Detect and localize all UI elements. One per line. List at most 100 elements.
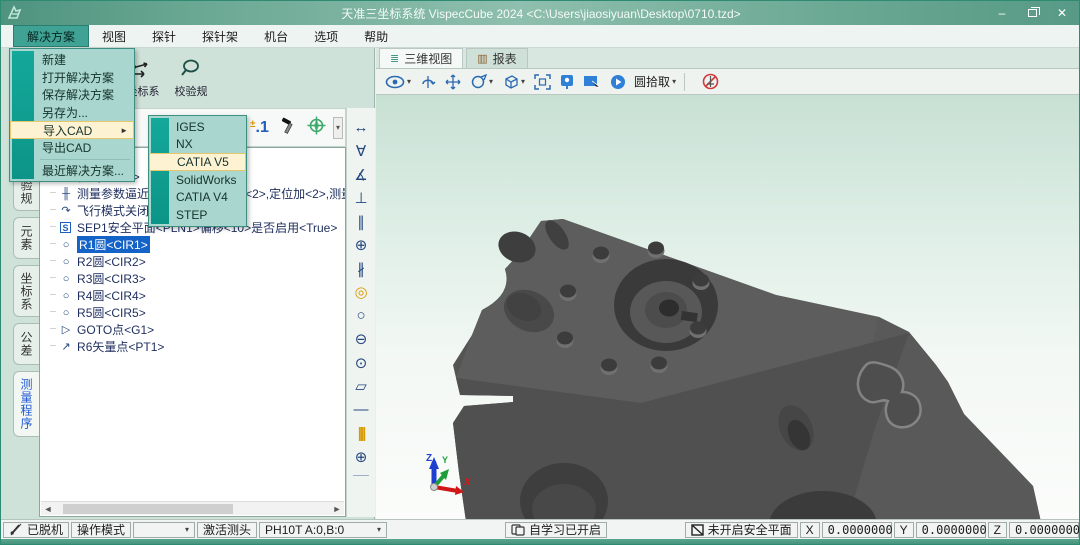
view-tabs: ≣三维视图 ▥报表: [376, 48, 1080, 69]
menu-machine[interactable]: 机台: [251, 25, 301, 47]
circle-tool-icon[interactable]: ○: [347, 304, 375, 328]
pan-view-button[interactable]: [445, 74, 461, 90]
submenu-item-step[interactable]: STEP: [149, 206, 246, 224]
toolbar-divider: [684, 73, 685, 91]
parallelism-icon[interactable]: ∥: [347, 210, 375, 234]
active-probe-select[interactable]: PH10T A:0,B:0▾: [259, 522, 387, 538]
minimize-button[interactable]: –: [987, 3, 1017, 23]
distance-icon[interactable]: ↔: [347, 116, 375, 140]
orbit-view-button[interactable]: ▾: [470, 74, 493, 90]
menu-item-save-as[interactable]: 另存为...: [10, 104, 134, 122]
submenu-item-iges[interactable]: IGES: [149, 118, 246, 136]
position-icon[interactable]: ⊕: [347, 234, 375, 258]
menu-view[interactable]: 视图: [89, 25, 139, 47]
offline-status: 已脱机: [3, 522, 69, 538]
3d-part: [376, 95, 1080, 519]
toolbar-overflow-button[interactable]: ▾: [333, 117, 343, 139]
title-bar: 天准三坐标系统 VispecCube 2024 <C:\Users\jiaosi…: [1, 1, 1080, 25]
menu-item-new[interactable]: 新建: [10, 51, 134, 69]
circle-icon: ○: [58, 239, 74, 251]
vector-point-icon: ↗: [58, 340, 74, 353]
restore-button[interactable]: [1017, 3, 1047, 23]
operation-mode-label: 操作模式: [71, 522, 131, 538]
toolbar-divider: [353, 475, 369, 476]
rotate-view-button[interactable]: [420, 74, 436, 90]
visibility-button[interactable]: ▾: [385, 75, 411, 89]
straightness-icon[interactable]: —: [347, 398, 375, 422]
x-axis-label: X: [800, 522, 820, 538]
probe-disabled-button[interactable]: [702, 73, 719, 90]
tree-item-goto[interactable]: ┄▷GOTO点<G1>: [40, 321, 345, 338]
tree-item-circle-r4[interactable]: ┄○R4圆<CIR4>: [40, 287, 345, 304]
flatness-icon[interactable]: ▱: [347, 375, 375, 399]
submenu-item-catia-v4[interactable]: CATIA V4: [149, 189, 246, 207]
rotate-icon: [420, 74, 436, 90]
align-target-button[interactable]: [307, 116, 326, 139]
menu-item-import-cad[interactable]: 导入CAD►: [10, 121, 134, 139]
self-learn-toggle[interactable]: 自学习已开启: [505, 522, 607, 538]
tree-horizontal-scrollbar[interactable]: ◄ ►: [41, 501, 344, 515]
concentricity-icon[interactable]: ◎: [347, 281, 375, 305]
symmetry-circle-icon[interactable]: ⊖: [347, 328, 375, 352]
tree-item-circle-r5[interactable]: ┄○R5圆<CIR5>: [40, 304, 345, 321]
submenu-item-solidworks[interactable]: SolidWorks: [149, 171, 246, 189]
triad-z-label: Z: [426, 453, 432, 464]
tab-measure-program[interactable]: 测量程序: [13, 371, 39, 437]
menu-probe[interactable]: 探针: [139, 25, 189, 47]
scroll-right-icon[interactable]: ►: [330, 504, 344, 514]
hammer-icon: [279, 117, 297, 135]
safety-plane-status: 未开启安全平面: [685, 522, 798, 538]
select-region-button[interactable]: [583, 74, 601, 89]
menu-item-open-solution[interactable]: 打开解决方案: [10, 69, 134, 87]
run-button[interactable]: [610, 74, 626, 90]
menu-item-recent-solutions[interactable]: 最近解决方案...: [10, 162, 134, 180]
tab-report[interactable]: ▥报表: [466, 48, 527, 68]
symmetry-icon[interactable]: |||: [347, 422, 375, 446]
true-position-icon[interactable]: ⊕: [347, 445, 375, 469]
report-icon: ▥: [477, 52, 487, 65]
gdt-toolbar: ↔ ∀ ∡ ⊥ ∥ ⊕ ∦ ◎ ○ ⊖ ⊙ ▱ — ||| ⊕: [346, 108, 375, 517]
scrollbar-thumb[interactable]: [63, 504, 233, 514]
submenu-item-catia-v5[interactable]: CATIA V5: [149, 153, 246, 171]
decimals-button[interactable]: ±.1: [250, 119, 269, 137]
locate-button[interactable]: [560, 74, 574, 90]
tab-tolerance[interactable]: 公差: [13, 323, 39, 365]
zoom-fit-button[interactable]: [534, 74, 551, 90]
angle-between-icon[interactable]: ∡: [347, 163, 375, 187]
tree-item-circle-r1[interactable]: ┄○R1圆<CIR1>: [40, 236, 345, 253]
gauge-check-button[interactable]: 校验规: [167, 51, 215, 106]
tab-coordinates[interactable]: 坐标系: [13, 265, 39, 317]
scroll-left-icon[interactable]: ◄: [41, 504, 55, 514]
tab-elements[interactable]: 元素: [13, 217, 39, 259]
z-axis-label: Z: [988, 522, 1007, 538]
viewport-3d[interactable]: Z Y X: [376, 95, 1080, 519]
fit-screen-icon: [534, 74, 551, 90]
eye-icon: [385, 75, 405, 89]
operation-mode-select[interactable]: ▾: [133, 522, 195, 538]
perpendicularity-icon[interactable]: ⊥: [347, 187, 375, 211]
chevron-down-icon[interactable]: ▾: [672, 77, 676, 86]
menu-probe-rack[interactable]: 探针架: [189, 25, 251, 47]
angularity-icon[interactable]: ∦: [347, 257, 375, 281]
tree-item-vector-point[interactable]: ┄↗R6矢量点<PT1>: [40, 338, 345, 355]
tree-item-circle-r3[interactable]: ┄○R3圆<CIR3>: [40, 270, 345, 287]
status-bar: 已脱机 操作模式 ▾ 激活测头 PH10T A:0,B:0▾ 自学习已开启 未开…: [1, 519, 1080, 539]
angle-icon[interactable]: ∀: [347, 140, 375, 164]
menu-options[interactable]: 选项: [301, 25, 351, 47]
hammer-button[interactable]: [279, 117, 297, 139]
menu-item-export-cad[interactable]: 导出CAD: [10, 139, 134, 157]
goto-icon: ▷: [58, 323, 74, 336]
menu-help[interactable]: 帮助: [351, 25, 401, 47]
view-cube-button[interactable]: ▾: [502, 74, 525, 90]
close-button[interactable]: ✕: [1047, 3, 1077, 23]
tree-item-circle-r2[interactable]: ┄○R2圆<CIR2>: [40, 253, 345, 270]
import-cad-submenu: IGES NX CATIA V5 SolidWorks CATIA V4 STE…: [148, 115, 247, 227]
menu-item-save-solution[interactable]: 保存解决方案: [10, 86, 134, 104]
pick-mode-label[interactable]: 圆拾取: [634, 73, 670, 90]
fly-mode-icon: ↷: [58, 204, 74, 217]
chevron-down-icon: ▾: [407, 77, 411, 86]
menu-solution[interactable]: 解决方案: [13, 25, 89, 47]
submenu-item-nx[interactable]: NX: [149, 136, 246, 154]
tab-3d-view[interactable]: ≣三维视图: [379, 48, 463, 68]
runout-icon[interactable]: ⊙: [347, 351, 375, 375]
